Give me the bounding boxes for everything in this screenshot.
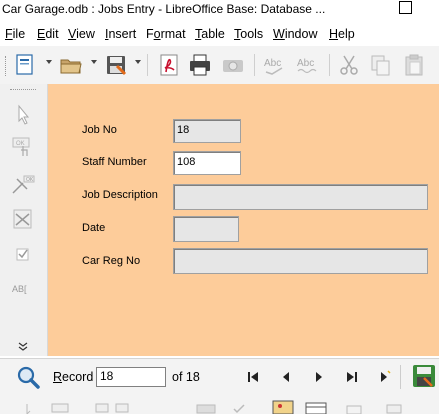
date-label: Date <box>82 222 106 234</box>
save-dropdown-icon[interactable] <box>135 60 141 64</box>
next-record-icon[interactable] <box>312 370 326 384</box>
design-controls-icon[interactable] <box>92 402 142 414</box>
new-dropdown-icon[interactable] <box>46 60 52 64</box>
cut-icon[interactable] <box>336 52 362 78</box>
save-icon[interactable] <box>103 52 129 78</box>
push-button-icon[interactable] <box>50 402 72 414</box>
title-bar: Car Garage.odb : Jobs Entry - LibreOffic… <box>0 0 439 20</box>
spelling-icon[interactable]: Abc <box>262 52 288 78</box>
open-dropdown-icon[interactable] <box>91 60 97 64</box>
push-button-icon[interactable]: OK <box>10 136 36 158</box>
new-document-icon[interactable] <box>12 52 38 78</box>
record-navigation-bar: Record 18 of 18 <box>0 358 439 395</box>
jobs-entry-form: Job No 18 Staff Number 108 Job Descripti… <box>48 84 439 356</box>
window-title: Car Garage.odb : Jobs Entry - LibreOffic… <box>2 2 326 16</box>
menu-edit[interactable]: Edit <box>37 27 59 41</box>
toolbar-grip[interactable] <box>10 89 36 92</box>
job-no-label: Job No <box>82 124 117 136</box>
first-record-icon[interactable] <box>246 370 260 384</box>
toolbar-separator <box>254 54 255 76</box>
car-reg-no-label: Car Reg No <box>82 255 141 267</box>
toolbar-separator <box>147 54 148 76</box>
menu-tools[interactable]: Tools <box>234 27 263 41</box>
job-no-field[interactable]: 18 <box>173 119 241 143</box>
toolbar-separator <box>329 54 330 76</box>
image-control-icon[interactable] <box>272 400 294 414</box>
print-preview-icon[interactable] <box>220 52 246 78</box>
menu-window[interactable]: Window <box>273 27 317 41</box>
form-design-toolbar <box>0 395 439 414</box>
last-record-icon[interactable] <box>345 370 359 384</box>
menu-insert[interactable]: Insert <box>105 27 136 41</box>
open-folder-icon[interactable] <box>58 52 84 78</box>
record-label: Record <box>53 370 94 384</box>
label-field-icon[interactable]: AB[ <box>10 278 38 300</box>
control-properties-icon[interactable] <box>10 208 36 230</box>
svg-text:Abc: Abc <box>264 58 281 69</box>
check-box-icon[interactable] <box>10 244 36 266</box>
job-description-label: Job Description <box>82 189 158 201</box>
paste-icon[interactable] <box>401 52 427 78</box>
more-controls-icon[interactable] <box>18 342 28 352</box>
menu-format[interactable]: Format <box>146 27 186 41</box>
menu-file[interactable]: File <box>5 27 25 41</box>
menu-view[interactable]: View <box>68 27 95 41</box>
check-box-icon[interactable] <box>232 403 246 414</box>
select-pointer-icon[interactable] <box>10 104 36 126</box>
record-number-input[interactable]: 18 <box>96 367 166 387</box>
form-navigator-icon[interactable] <box>195 403 219 414</box>
select-pointer-icon[interactable] <box>22 403 36 414</box>
maximize-button[interactable] <box>399 1 412 14</box>
group-box-icon[interactable] <box>345 403 363 414</box>
job-description-field[interactable] <box>173 184 428 210</box>
new-record-icon[interactable] <box>377 370 391 384</box>
staff-number-label: Staff Number <box>82 156 147 168</box>
staff-number-field[interactable]: 108 <box>173 151 241 175</box>
form-controls-toolbar: OK OK AB[ <box>0 84 48 356</box>
design-mode-icon[interactable]: OK <box>10 174 36 196</box>
date-field[interactable] <box>173 216 239 242</box>
export-pdf-icon[interactable] <box>156 52 182 78</box>
svg-text:OK: OK <box>26 177 34 183</box>
toolbar-grip[interactable] <box>5 56 9 76</box>
car-reg-no-field[interactable] <box>173 248 428 274</box>
svg-text:Abc: Abc <box>297 58 314 69</box>
standard-toolbar: Abc Abc <box>0 46 439 85</box>
previous-record-icon[interactable] <box>279 370 293 384</box>
menu-table[interactable]: Table <box>195 27 225 41</box>
print-icon[interactable] <box>187 52 213 78</box>
auto-spellcheck-icon[interactable]: Abc <box>295 52 321 78</box>
table-control-icon[interactable] <box>304 401 328 414</box>
save-record-icon[interactable] <box>412 364 436 388</box>
copy-icon[interactable] <box>368 52 394 78</box>
menu-bar: File Edit View Insert Format Table Tools… <box>0 24 439 46</box>
toolbar-separator <box>400 365 401 389</box>
record-count: of 18 <box>172 370 200 384</box>
find-record-icon[interactable] <box>15 364 41 390</box>
field-control-icon[interactable] <box>385 403 403 414</box>
menu-help[interactable]: Help <box>329 27 355 41</box>
